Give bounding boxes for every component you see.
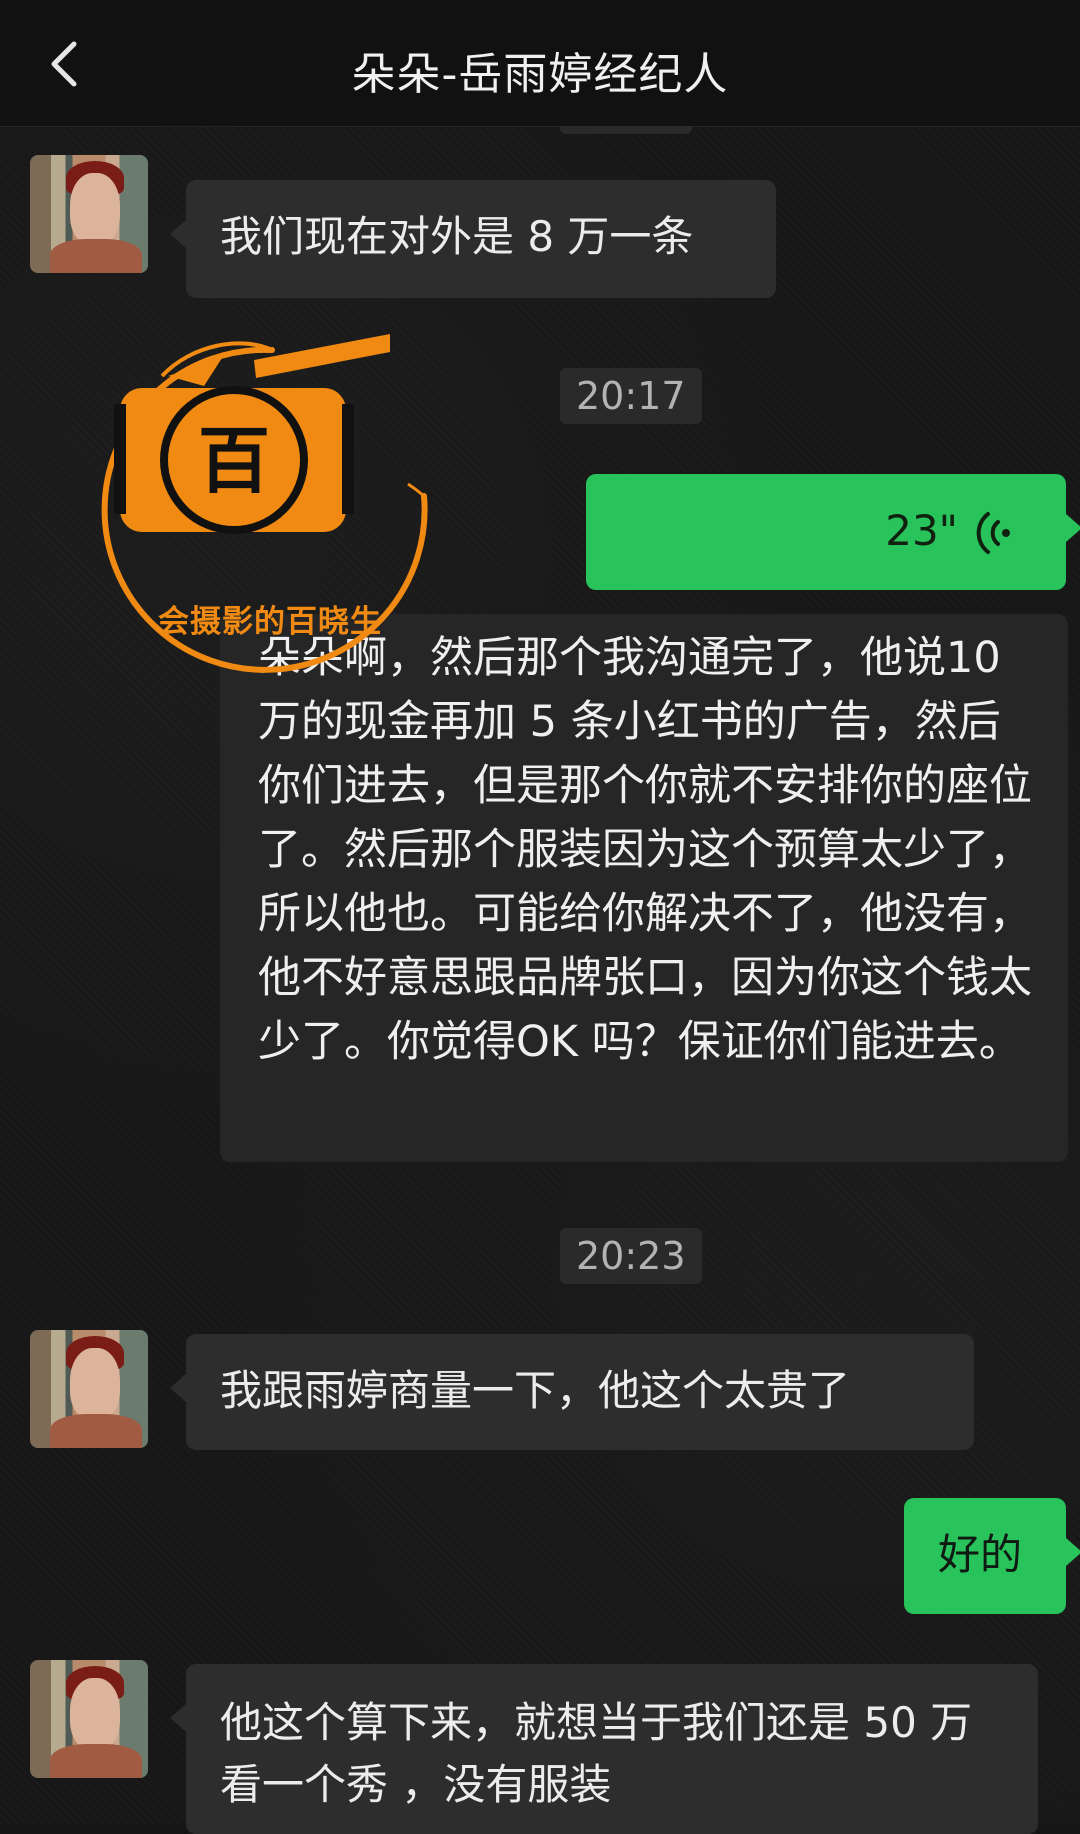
received-message[interactable]: 他这个算下来，就想当于我们还是 50 万看一个秀 ，没有服装 bbox=[170, 1664, 1038, 1834]
watermark-caption: 会摄影的百晓生 bbox=[158, 604, 382, 640]
timestamp: 20:17 bbox=[560, 368, 702, 424]
chat-title: 朵朵-岳雨婷经纪人 bbox=[351, 49, 729, 100]
chat-header: 朵朵-岳雨婷经纪人 bbox=[0, 0, 1080, 127]
contact-avatar[interactable] bbox=[30, 1330, 148, 1448]
contact-avatar[interactable] bbox=[30, 1660, 148, 1778]
received-message[interactable]: 我跟雨婷商量一下，他这个太贵了 bbox=[170, 1334, 974, 1450]
voice-message[interactable]: 23" bbox=[586, 474, 1080, 590]
message-text: 好的 bbox=[938, 1530, 1023, 1579]
contact-avatar[interactable] bbox=[30, 155, 148, 273]
timestamp: 20:23 bbox=[560, 1228, 702, 1284]
voice-duration: 23" bbox=[885, 506, 958, 555]
photographer-watermark-logo: 百 bbox=[101, 334, 428, 673]
received-message[interactable]: 我们现在对外是 8 万一条 bbox=[170, 180, 776, 298]
sent-message[interactable]: 好的 bbox=[904, 1498, 1080, 1614]
message-text: 我们现在对外是 8 万一条 bbox=[220, 212, 694, 261]
voice-wave-icon bbox=[976, 512, 1010, 554]
scroll-indicator bbox=[560, 126, 692, 134]
message-text: 他这个算下来，就想当于我们还是 50 万看一个秀 ，没有服装 bbox=[220, 1698, 973, 1809]
message-text: 我跟雨婷商量一下，他这个太贵了 bbox=[220, 1366, 851, 1415]
svg-text:百: 百 bbox=[198, 418, 270, 503]
